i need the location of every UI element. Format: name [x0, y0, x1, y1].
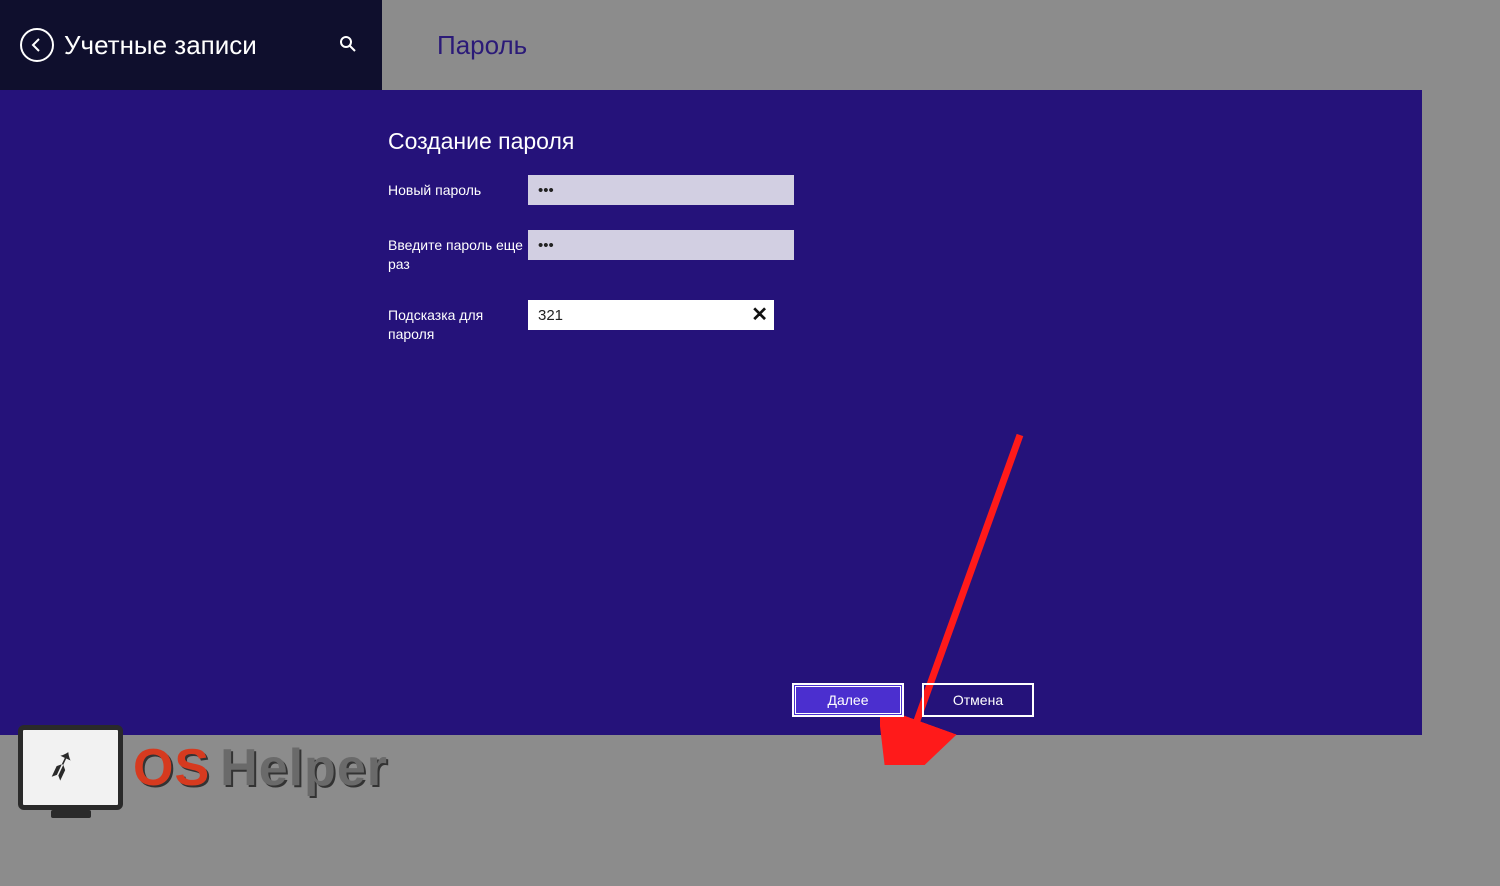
watermark-helper: Helper: [220, 738, 388, 798]
screenshot-frame: Учетные записи Пароль Создание пароля Но…: [0, 0, 1422, 821]
back-icon[interactable]: [20, 28, 54, 62]
input-new-password[interactable]: [528, 175, 794, 205]
watermark-os: OS: [133, 738, 210, 798]
row-confirm-password: Введите пароль еще раз: [388, 230, 794, 274]
search-icon[interactable]: [339, 35, 357, 58]
main-panel: Создание пароля Новый пароль Введите пар…: [0, 90, 1422, 735]
row-password-hint: Подсказка для пароля ✕: [388, 300, 774, 344]
header-left: Учетные записи: [0, 0, 382, 90]
input-confirm-password[interactable]: [528, 230, 794, 260]
page-section-title: Пароль: [437, 30, 527, 61]
input-password-hint[interactable]: [528, 301, 758, 329]
label-password-hint: Подсказка для пароля: [388, 300, 528, 344]
watermark-logo: ➶ OS Helper: [18, 725, 388, 810]
label-new-password: Новый пароль: [388, 175, 528, 200]
header-right: Пароль: [382, 0, 1422, 90]
label-confirm-password: Введите пароль еще раз: [388, 230, 528, 274]
next-button[interactable]: Далее: [792, 683, 904, 717]
cursor-icon: ➶: [38, 738, 85, 793]
row-new-password: Новый пароль: [388, 175, 794, 205]
form-title: Создание пароля: [388, 128, 574, 155]
clear-icon[interactable]: ✕: [751, 302, 768, 327]
button-bar: Далее Отмена: [792, 683, 1034, 717]
monitor-icon: ➶: [18, 725, 123, 810]
accounts-title[interactable]: Учетные записи: [64, 30, 257, 61]
cancel-button[interactable]: Отмена: [922, 683, 1034, 717]
hint-input-wrap: ✕: [528, 300, 774, 330]
